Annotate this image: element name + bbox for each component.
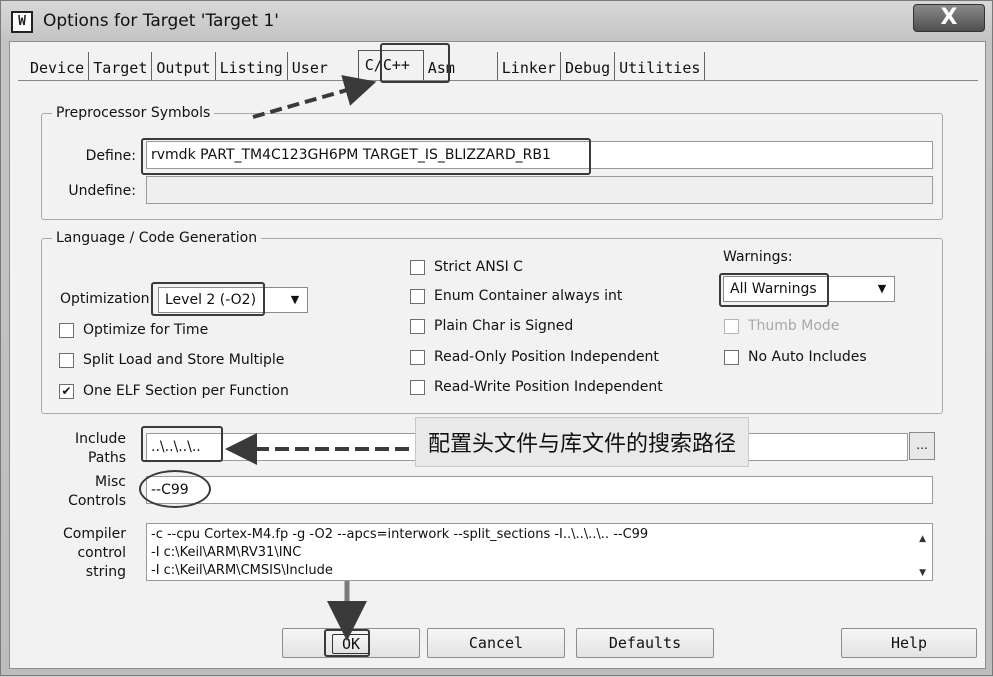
split-load-store-label: Split Load and Store Multiple (83, 352, 285, 368)
annotation-callout: 配置头文件与库文件的搜索路径 (415, 417, 750, 467)
tab-linker[interactable]: Linker (498, 52, 561, 80)
strict-ansi-c-label: Strict ANSI C (434, 259, 523, 275)
include-label-line2: Paths (87, 450, 126, 466)
highlight-c-cpp-tab (380, 43, 450, 83)
read-write-pi-label: Read-Write Position Independent (434, 379, 663, 395)
read-only-pi-label: Read-Only Position Independent (434, 349, 659, 365)
highlight-misc-controls (139, 470, 211, 508)
read-write-pi-checkbox[interactable] (410, 380, 425, 395)
enum-container-label: Enum Container always int (434, 288, 623, 304)
defaults-button[interactable]: Defaults (576, 628, 714, 658)
tab-user[interactable]: User (288, 52, 350, 80)
highlight-include-paths (141, 426, 223, 462)
language-code-generation-legend: Language / Code Generation (56, 230, 258, 246)
scroll-up-icon[interactable]: ▲ (919, 530, 926, 548)
dropdown-arrow-icon[interactable]: ▼ (872, 279, 892, 299)
tab-target[interactable]: Target (89, 52, 153, 80)
compiler-string-line: -I c:\Keil\ARM\RV31\INC (151, 545, 302, 560)
include-paths-label: Include Paths (50, 430, 126, 468)
cancel-button[interactable]: Cancel (427, 628, 565, 658)
preprocessor-symbols-legend: Preprocessor Symbols (56, 105, 211, 121)
tab-panel-border (18, 80, 978, 81)
include-paths-browse-button[interactable]: ... (909, 432, 935, 460)
read-only-pi-checkbox[interactable] (410, 350, 425, 365)
thumb-mode-checkbox[interactable] (724, 319, 739, 334)
tab-strip: Device Target Output Listing User C/C++ … (26, 50, 706, 80)
warnings-label: Warnings: (723, 249, 793, 265)
define-label: Define: (85, 148, 136, 164)
plain-char-signed-checkbox[interactable] (410, 319, 425, 334)
help-button[interactable]: Help (841, 628, 977, 658)
highlight-ok-button (324, 629, 370, 657)
dropdown-arrow-icon[interactable]: ▼ (285, 290, 305, 310)
include-label-line1: Include (75, 431, 126, 447)
compiler-label-line1: Compiler (62, 526, 126, 542)
close-button[interactable]: X (913, 4, 985, 32)
undefine-label: Undefine: (68, 183, 136, 199)
tab-output[interactable]: Output (152, 52, 216, 80)
thumb-mode-label: Thumb Mode (748, 318, 840, 334)
highlight-warnings (719, 273, 829, 307)
strict-ansi-c-checkbox[interactable] (410, 260, 425, 275)
misc-controls-input[interactable]: --C99 (146, 476, 933, 504)
tab-listing[interactable]: Listing (216, 52, 288, 80)
checkmark-icon: ✔ (61, 384, 72, 398)
no-auto-includes-checkbox[interactable] (724, 350, 739, 365)
keil-app-icon: W (11, 11, 33, 33)
compiler-control-string-label: Compiler control string (40, 525, 126, 582)
split-load-store-checkbox[interactable] (59, 353, 74, 368)
no-auto-includes-label: No Auto Includes (748, 349, 867, 365)
close-icon: X (940, 5, 958, 30)
title-bar[interactable]: W Options for Target 'Target 1' X (1, 1, 993, 41)
compiler-string-line: -c --cpu Cortex-M4.fp -g -O2 --apcs=inte… (151, 527, 649, 542)
misc-label-line1: Misc (95, 474, 126, 490)
scroll-down-icon[interactable]: ▼ (919, 564, 926, 582)
window-title: Options for Target 'Target 1' (43, 11, 279, 31)
tab-device[interactable]: Device (26, 52, 90, 80)
highlight-optimization (151, 282, 265, 316)
compiler-control-string-box[interactable]: -c --cpu Cortex-M4.fp -g -O2 --apcs=inte… (146, 523, 933, 581)
highlight-define-value (141, 138, 591, 175)
optimization-label: Optimization: (60, 291, 155, 307)
compiler-label-line2: control (77, 545, 126, 561)
one-elf-section-label: One ELF Section per Function (83, 383, 289, 399)
undefine-input[interactable] (146, 176, 933, 204)
dialog-client-area: Device Target Output Listing User C/C++ … (9, 41, 986, 669)
misc-controls-label: Misc Controls (50, 473, 126, 511)
options-dialog: W Options for Target 'Target 1' X Device… (0, 0, 993, 676)
enum-container-checkbox[interactable] (410, 289, 425, 304)
one-elf-section-checkbox[interactable]: ✔ (59, 384, 74, 399)
optimize-for-time-label: Optimize for Time (83, 322, 209, 338)
misc-label-line2: Controls (68, 493, 126, 509)
tab-debug[interactable]: Debug (561, 52, 616, 80)
compiler-string-line: -I c:\Keil\ARM\CMSIS\Include (151, 563, 333, 578)
optimize-for-time-checkbox[interactable] (59, 323, 74, 338)
plain-char-signed-label: Plain Char is Signed (434, 318, 574, 334)
compiler-label-line3: string (85, 564, 126, 580)
tab-utilities[interactable]: Utilities (615, 52, 706, 80)
